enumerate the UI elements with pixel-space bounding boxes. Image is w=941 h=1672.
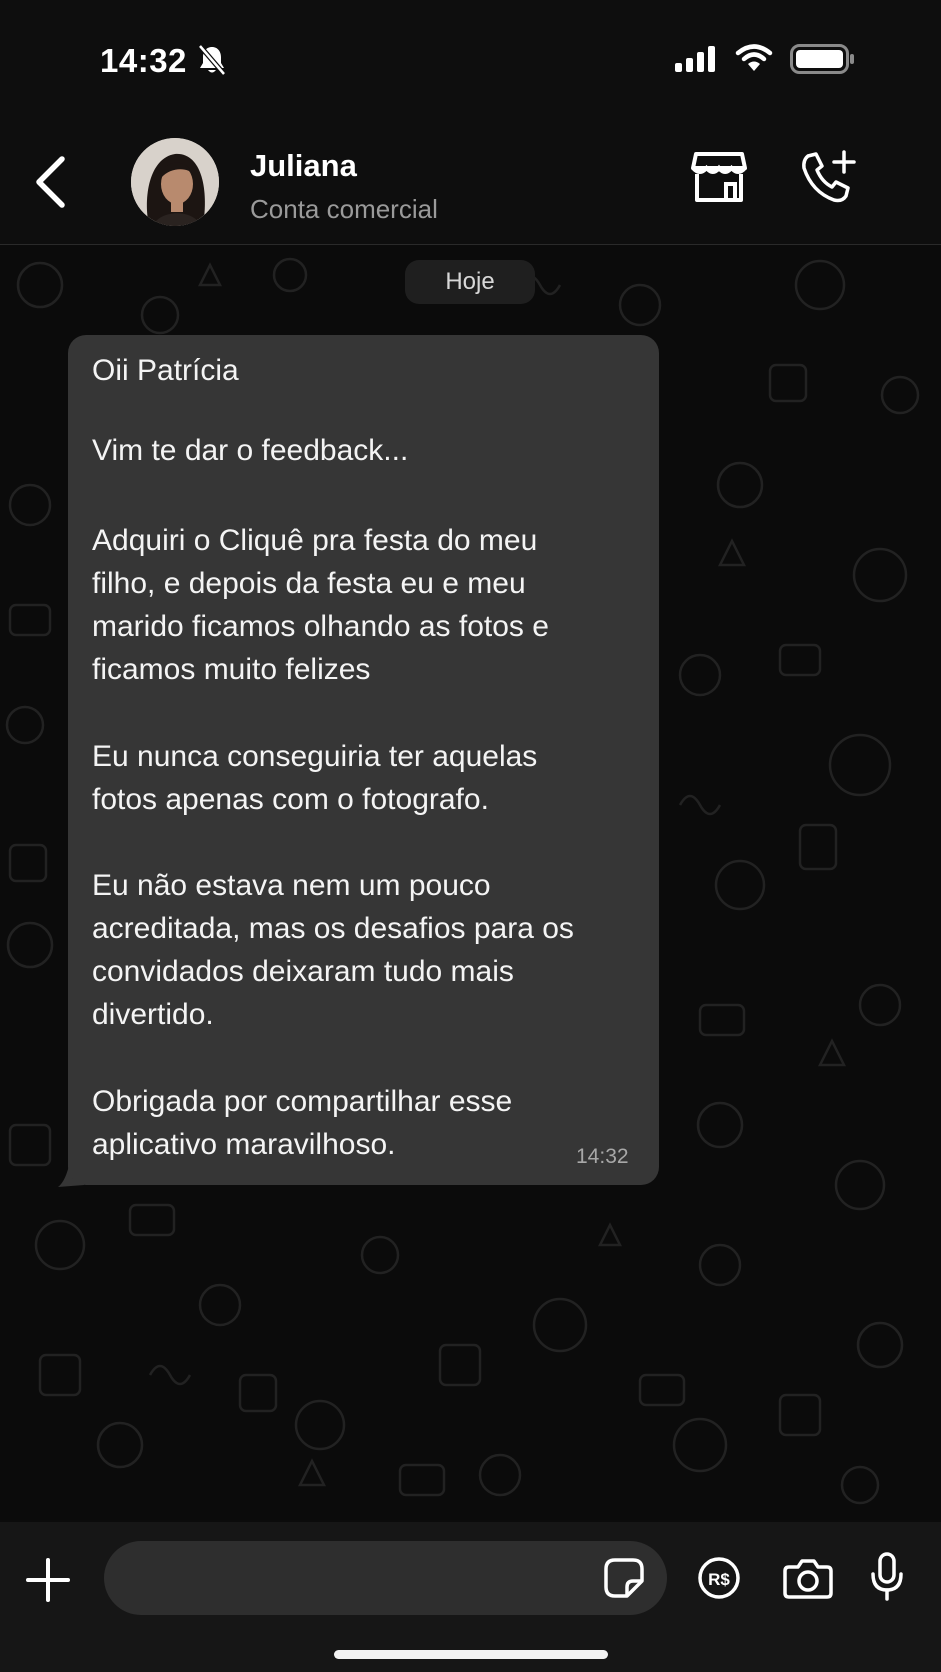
chevron-left-icon[interactable] [30,155,70,209]
svg-text:R$: R$ [708,1570,730,1589]
message-line: Adquiri o Cliquê pra festa do meu [92,524,538,557]
wifi-icon [735,44,773,71]
microphone-icon[interactable] [869,1552,905,1602]
phone-plus-icon[interactable] [800,150,858,206]
avatar-image [131,138,219,226]
sticker-icon[interactable] [603,1557,645,1599]
message-line: Eu nunca conseguiria ter aquelas [92,740,538,773]
camera-icon[interactable] [783,1557,833,1599]
message-line: Eu não estava nem um pouco [92,869,491,902]
message-line: Obrigada por compartilhar esse [92,1085,513,1118]
battery-icon [790,44,854,74]
contact-subtitle: Conta comercial [250,194,438,224]
message-input[interactable] [104,1541,667,1615]
message-timestamp: 14:32 [576,1145,629,1168]
chat-header: Juliana Conta comercial [0,120,941,245]
message-line: Oii Patrícia [92,354,239,387]
avatar[interactable] [131,138,219,226]
bell-off-icon [198,44,226,76]
contact-name[interactable]: Juliana [250,148,357,184]
message-line: ficamos muito felizes [92,653,371,686]
message-line: filho, e depois da festa eu e meu [92,567,526,600]
status-bar: 14:32 [0,0,941,120]
status-time: 14:32 [100,42,187,79]
message-line: acreditada, mas os desafios para os [92,912,574,945]
date-chip: Hoje [405,260,535,304]
plus-icon[interactable] [26,1558,70,1602]
signal-icon [675,46,715,72]
store-icon[interactable] [690,150,748,204]
message-line: marido ficamos olhando as fotos e [92,610,549,643]
currency-icon[interactable]: R$ [697,1556,741,1600]
home-indicator [334,1650,608,1659]
message-line: aplicativo maravilhoso. [92,1128,396,1161]
message-line: fotos apenas com o fotografo. [92,783,489,816]
message-line: divertido. [92,998,214,1031]
message-line: convidados deixaram tudo mais [92,955,514,988]
message-line: Vim te dar o feedback... [92,434,409,467]
